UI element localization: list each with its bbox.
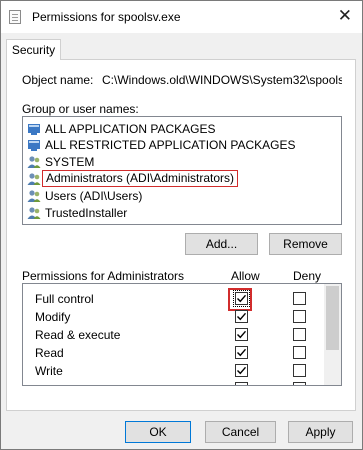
group-user-list[interactable]: ALL APPLICATION PACKAGES ALL RESTRICTED …: [22, 116, 342, 225]
close-icon[interactable]: ✕: [338, 7, 352, 24]
deny-checkbox[interactable]: [293, 328, 306, 341]
package-group-icon: [28, 124, 40, 135]
allow-checkbox[interactable]: [233, 290, 250, 307]
permission-name: Full control: [35, 292, 94, 306]
permission-row: Full control: [23, 288, 323, 311]
group-list-label: Group or user names:: [22, 102, 139, 116]
cancel-button[interactable]: Cancel: [205, 421, 276, 443]
object-name-value: C:\Windows.old\WINDOWS\System32\spoolsv.…: [102, 73, 342, 87]
list-item-label: Users (ADI\Users): [45, 189, 143, 203]
deny-checkbox[interactable]: [293, 346, 306, 359]
list-item-label: ALL RESTRICTED APPLICATION PACKAGES: [45, 138, 296, 152]
users-icon: [27, 173, 41, 185]
deny-checkbox[interactable]: [293, 310, 306, 323]
permissions-header: Permissions for Administrators: [22, 269, 185, 283]
permission-name: Read & execute: [35, 328, 121, 342]
add-button[interactable]: Add...: [185, 233, 258, 255]
permission-name: Modify: [35, 310, 71, 324]
package-group-icon: [28, 140, 40, 151]
list-item-label: TrustedInstaller: [45, 206, 128, 220]
scrollbar-thumb[interactable]: [326, 286, 339, 350]
permission-row: Read & execute: [23, 326, 323, 344]
list-item-label: ALL APPLICATION PACKAGES: [45, 122, 216, 136]
deny-checkbox[interactable]: [293, 292, 306, 305]
users-icon: [27, 207, 41, 219]
permission-name: Write: [35, 364, 63, 378]
allow-checkbox[interactable]: [235, 364, 248, 377]
ok-button[interactable]: OK: [125, 421, 191, 443]
users-icon: [27, 190, 41, 202]
checkmark-icon: [237, 330, 247, 339]
permission-name: Read: [35, 346, 64, 360]
permission-row: [23, 380, 323, 385]
checkmark-icon: [237, 294, 247, 303]
permission-row: Write: [23, 362, 323, 380]
permission-row: Modify: [23, 308, 323, 326]
window-title: Permissions for spoolsv.exe: [32, 10, 181, 24]
object-name-label: Object name:: [22, 73, 94, 87]
users-icon: [27, 156, 41, 168]
allow-checkbox[interactable]: [235, 346, 248, 359]
deny-checkbox[interactable]: [293, 364, 306, 377]
deny-checkbox[interactable]: [293, 382, 306, 385]
permissions-list: Full control Modify Read & execute Read: [22, 283, 342, 386]
permissions-dialog: Permissions for spoolsv.exe ✕ Security O…: [0, 0, 363, 450]
permissions-scrollbar[interactable]: [324, 284, 341, 385]
allow-checkbox[interactable]: [235, 328, 248, 341]
permission-row: Read: [23, 344, 323, 362]
allow-checkbox[interactable]: [235, 382, 248, 385]
allow-checkbox[interactable]: [235, 310, 248, 323]
list-item-label: SYSTEM: [45, 155, 95, 169]
checkmark-icon: [237, 348, 247, 357]
file-icon: [9, 10, 21, 24]
title-bar: Permissions for spoolsv.exe ✕: [1, 1, 362, 33]
checkmark-icon: [237, 312, 247, 321]
list-item-label: Administrators (ADI\Administrators): [42, 170, 239, 187]
deny-column-header: Deny: [293, 269, 322, 283]
apply-button[interactable]: Apply: [288, 421, 353, 443]
remove-button[interactable]: Remove: [269, 233, 342, 255]
checkmark-icon: [237, 366, 247, 375]
allow-column-header: Allow: [231, 269, 260, 283]
tab-security[interactable]: Security: [6, 39, 61, 60]
